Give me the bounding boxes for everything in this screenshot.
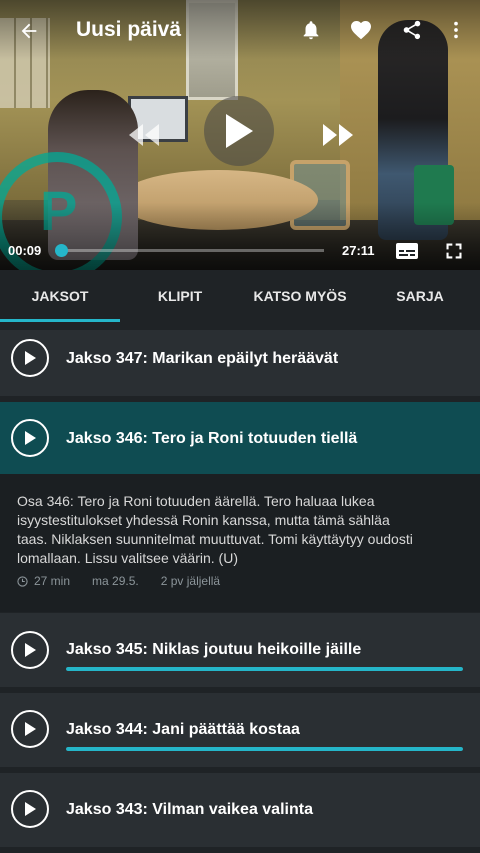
arrow-left-icon	[21, 23, 37, 39]
episode-watch-progress	[66, 747, 463, 751]
back-button[interactable]	[14, 16, 44, 46]
subtitles-icon	[396, 243, 418, 259]
episode-title: Jakso 343: Vilman vaikea valinta	[66, 801, 313, 818]
episode-play-button[interactable]	[11, 710, 49, 748]
play-icon	[25, 802, 36, 816]
favorite-button[interactable]	[347, 16, 375, 44]
episode-play-button[interactable]	[11, 790, 49, 828]
play-icon	[25, 643, 36, 657]
video-title: Uusi päivä	[76, 18, 182, 41]
play-icon	[25, 722, 36, 736]
more-vertical-icon	[454, 21, 458, 39]
episode-row[interactable]: Jakso 344: Jani päättää kostaa	[0, 693, 480, 767]
episode-title: Jakso 345: Niklas joutuu heikoille jäill…	[66, 641, 362, 658]
episode-length: 27 min	[34, 574, 71, 588]
tab-series[interactable]: SARJA	[360, 270, 480, 322]
episode-title: Jakso 346: Tero ja Roni totuuden tiellä	[66, 430, 358, 447]
share-icon	[403, 20, 421, 40]
clock-icon	[17, 575, 28, 587]
episode-details-panel: Osa 346: Tero ja Roni totuuden äärellä. …	[0, 474, 480, 612]
episode-row-selected[interactable]: Jakso 346: Tero ja Roni totuuden tiellä	[0, 402, 480, 474]
play-icon	[25, 351, 36, 365]
episode-watch-progress-fill	[66, 747, 463, 751]
seek-bar[interactable]	[55, 244, 324, 257]
more-options-button[interactable]	[442, 16, 470, 44]
play-button[interactable]	[204, 96, 274, 166]
fast-forward-button[interactable]	[318, 118, 358, 152]
play-icon	[25, 431, 36, 445]
rewind-icon	[129, 124, 159, 146]
episode-play-button[interactable]	[11, 419, 49, 457]
episode-meta: 27 min ma 29.5. 2 pv jäljellä	[17, 574, 242, 588]
episode-description: Osa 346: Tero ja Roni totuuden äärellä. …	[17, 493, 413, 566]
heart-icon	[351, 21, 371, 40]
episode-watch-progress	[66, 667, 463, 671]
rewind-button[interactable]	[124, 118, 164, 152]
subtitles-button[interactable]	[393, 238, 421, 264]
fullscreen-button[interactable]	[440, 238, 468, 264]
tab-episodes[interactable]: JAKSOT	[0, 270, 120, 322]
play-icon	[226, 114, 253, 148]
episode-watch-progress-fill	[66, 667, 463, 671]
episode-availability: 2 pv jäljellä	[160, 574, 221, 588]
episode-row[interactable]: Jakso 347: Marikan epäilyt heräävät	[0, 330, 480, 396]
fast-forward-icon	[323, 124, 353, 146]
episode-row[interactable]: Jakso 345: Niklas joutuu heikoille jäill…	[0, 613, 480, 687]
current-time: 00:09	[8, 243, 42, 258]
episode-play-button[interactable]	[11, 339, 49, 377]
episode-title: Jakso 347: Marikan epäilyt heräävät	[66, 350, 339, 367]
video-player[interactable]: P Uusi päivä	[0, 0, 480, 270]
section-tabs: JAKSOT KLIPIT KATSO MYÖS SARJA	[0, 270, 480, 322]
episode-air-date: ma 29.5.	[92, 574, 139, 588]
total-duration: 27:11	[342, 243, 375, 258]
episode-title: Jakso 344: Jani päättää kostaa	[66, 721, 300, 738]
tab-clips[interactable]: KLIPIT	[120, 270, 240, 322]
tab-see-also[interactable]: KATSO MYÖS	[240, 270, 360, 322]
episode-play-button[interactable]	[11, 631, 49, 669]
notify-button[interactable]	[297, 16, 325, 44]
episode-row[interactable]: Jakso 343: Vilman vaikea valinta	[0, 773, 480, 847]
bell-icon	[303, 21, 319, 40]
share-button[interactable]	[398, 16, 426, 44]
fullscreen-icon	[446, 243, 462, 259]
